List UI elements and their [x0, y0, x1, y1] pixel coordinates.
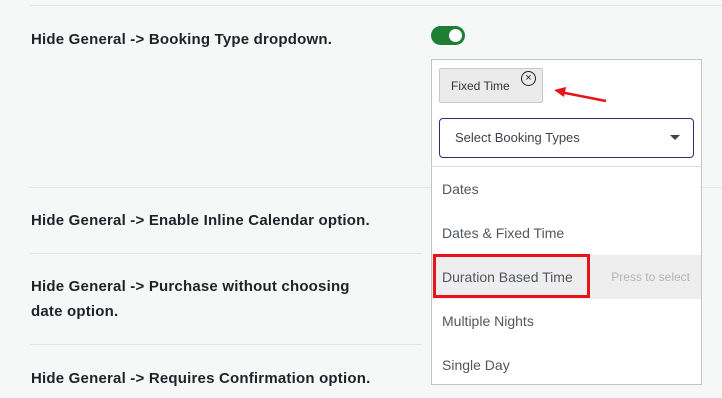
selected-chip-fixed-time: Fixed Time ×	[439, 68, 543, 103]
option-hint: Press to select	[611, 270, 690, 284]
chevron-down-icon[interactable]	[670, 135, 680, 140]
toggle-knob	[449, 29, 462, 42]
option-label: Single Day	[442, 357, 510, 373]
annotation-highlight-box	[433, 254, 590, 298]
option-multiple-nights[interactable]: Multiple Nights	[432, 299, 701, 343]
option-label: Dates & Fixed Time	[442, 225, 565, 241]
chip-remove-icon[interactable]: ×	[521, 71, 536, 86]
booking-type-toggle[interactable]	[431, 26, 465, 45]
setting-label-inline-calendar: Hide General -> Enable Inline Calendar o…	[31, 212, 370, 229]
divider-top	[30, 5, 722, 6]
chip-label: Fixed Time	[451, 79, 510, 93]
setting-label-booking-type: Hide General -> Booking Type dropdown.	[31, 31, 333, 48]
option-dates[interactable]: Dates	[432, 167, 701, 211]
booking-types-search-input[interactable]: Select Booking Types	[439, 118, 694, 158]
setting-label-requires-confirmation: Hide General -> Requires Confirmation op…	[31, 370, 371, 387]
setting-label-purchase-line2: date option.	[31, 303, 119, 320]
divider-3	[30, 344, 422, 345]
annotation-arrow-icon	[554, 87, 607, 103]
search-placeholder: Select Booking Types	[455, 130, 580, 145]
option-label: Multiple Nights	[442, 313, 534, 329]
option-label: Dates	[442, 181, 479, 197]
setting-label-purchase-line1: Hide General -> Purchase without choosin…	[31, 278, 350, 295]
setting-label-purchase-without-date: Hide General -> Purchase without choosin…	[31, 274, 350, 324]
divider-2	[30, 253, 422, 254]
option-dates-fixed-time[interactable]: Dates & Fixed Time	[432, 211, 701, 255]
option-single-day[interactable]: Single Day	[432, 343, 701, 387]
